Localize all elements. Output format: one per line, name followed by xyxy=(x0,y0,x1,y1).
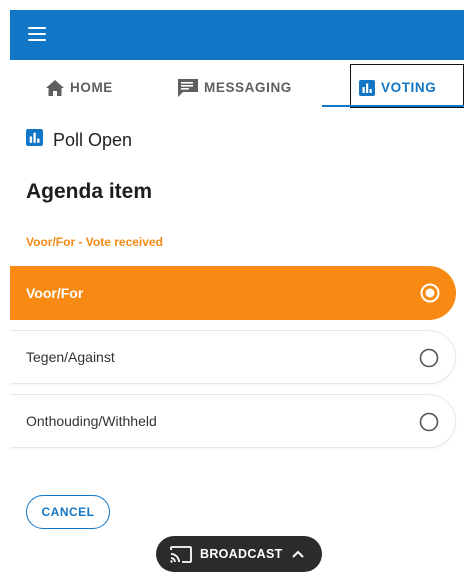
app-bar xyxy=(10,10,464,60)
hamburger-menu-icon[interactable] xyxy=(28,27,46,41)
poll-status-label: Poll Open xyxy=(53,129,133,150)
vote-option-label: Voor/For xyxy=(26,285,84,301)
cancel-button[interactable]: CANCEL xyxy=(26,495,110,529)
tab-voting-label: VOTING xyxy=(381,80,437,95)
tab-messaging-label: MESSAGING xyxy=(204,80,292,95)
tab-home[interactable]: HOME xyxy=(46,60,113,115)
radio-selected-icon xyxy=(420,283,440,303)
poll-status: Poll Open xyxy=(26,128,132,152)
agenda-title: Agenda item xyxy=(26,180,153,203)
broadcast-button[interactable]: BROADCAST xyxy=(156,536,322,572)
chat-icon xyxy=(178,78,198,97)
radio-unselected-icon xyxy=(419,412,439,432)
tab-home-label: HOME xyxy=(70,80,113,95)
vote-option-label: Onthouding/Withheld xyxy=(26,413,157,429)
cancel-button-label: CANCEL xyxy=(41,505,95,519)
chevron-up-icon xyxy=(291,550,304,558)
broadcast-label: BROADCAST xyxy=(200,547,283,561)
radio-unselected-icon xyxy=(419,348,439,368)
home-icon xyxy=(46,79,64,96)
vote-status: Voor/For - Vote received xyxy=(26,235,163,249)
app-frame: HOME MESSAGING VOTING Poll Open Agenda i… xyxy=(10,10,464,582)
tab-messaging[interactable]: MESSAGING xyxy=(178,60,292,115)
bar-chart-icon xyxy=(359,79,375,96)
active-tab-indicator xyxy=(322,105,464,107)
vote-option-against[interactable]: Tegen/Against xyxy=(10,330,456,384)
vote-option-withheld[interactable]: Onthouding/Withheld xyxy=(10,394,456,448)
bar-chart-icon xyxy=(26,129,43,151)
vote-option-label: Tegen/Against xyxy=(26,349,115,365)
cast-icon xyxy=(170,545,192,563)
vote-option-for[interactable]: Voor/For xyxy=(10,266,456,320)
